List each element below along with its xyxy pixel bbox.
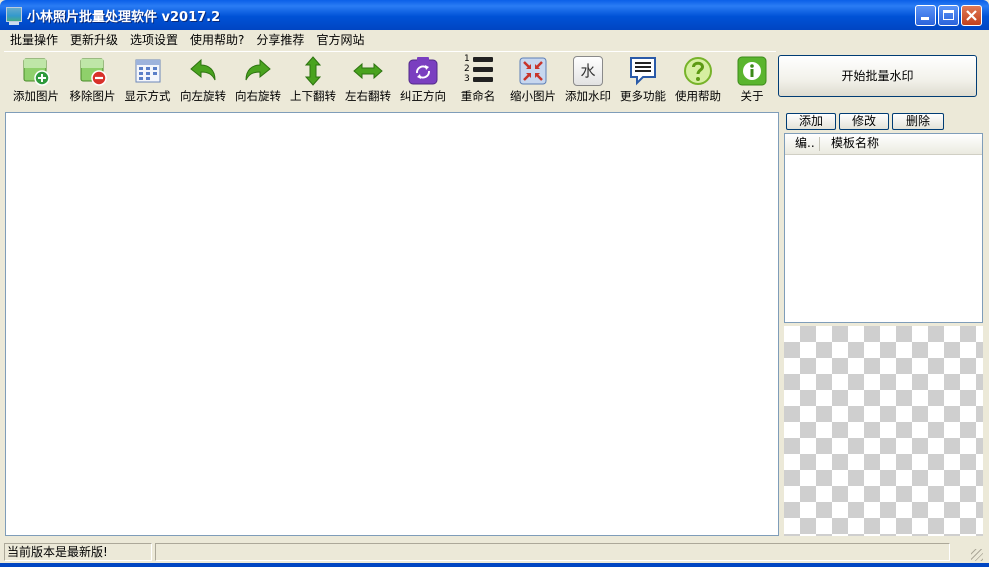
app-icon bbox=[6, 7, 22, 25]
image-list-area[interactable] bbox=[5, 112, 779, 536]
column-header-template-name[interactable]: 模板名称 bbox=[831, 134, 879, 153]
flip-vertical-button[interactable]: 上下翻转 bbox=[287, 53, 339, 107]
template-list[interactable]: 编.. 模板名称 bbox=[784, 133, 983, 323]
menu-help[interactable]: 使用帮助? bbox=[184, 30, 250, 50]
watermark-icon: 水 bbox=[573, 56, 603, 86]
shrink-image-button[interactable]: 缩小图片 bbox=[507, 53, 559, 107]
column-header-number[interactable]: 编.. bbox=[795, 134, 815, 153]
menu-website[interactable]: 官方网站 bbox=[310, 30, 370, 50]
toolbar-label: 关于 bbox=[740, 89, 764, 103]
help-button[interactable]: 使用帮助 bbox=[672, 53, 724, 107]
about-icon bbox=[737, 56, 767, 86]
rotate-left-button[interactable]: 向左旋转 bbox=[177, 53, 229, 107]
help-icon bbox=[684, 57, 712, 85]
status-bar: 当前版本是最新版! bbox=[4, 541, 985, 563]
remove-image-button[interactable]: 移除图片 bbox=[64, 53, 121, 107]
rename-icon: 1 2 3 bbox=[463, 55, 493, 86]
correct-orientation-button[interactable]: 纠正方向 bbox=[397, 53, 449, 107]
display-mode-icon bbox=[135, 59, 160, 83]
window-title: 小林照片批量处理软件 v2017.2 bbox=[27, 10, 221, 25]
about-button[interactable]: 关于 bbox=[727, 53, 777, 107]
shrink-image-icon bbox=[519, 57, 547, 85]
menu-share[interactable]: 分享推荐 bbox=[250, 30, 310, 50]
minimize-button[interactable] bbox=[915, 5, 936, 26]
rotate-right-icon bbox=[245, 58, 271, 81]
add-image-icon bbox=[23, 58, 50, 86]
template-delete-button[interactable]: 删除 bbox=[892, 113, 944, 130]
flip-horizontal-icon bbox=[353, 62, 383, 80]
maximize-button[interactable] bbox=[938, 5, 959, 26]
flip-vertical-icon bbox=[304, 56, 322, 86]
title-bar[interactable]: 小林照片批量处理软件 v2017.2 bbox=[0, 0, 989, 30]
template-edit-button[interactable]: 修改 bbox=[839, 113, 889, 130]
toolbar: 添加图片 移除图片 显示方式 向左旋转 向右旋转 上下翻转 左右翻转 纠正方向 … bbox=[4, 51, 776, 109]
menu-batch-operations[interactable]: 批量操作 bbox=[4, 30, 64, 50]
start-batch-watermark-button[interactable]: 开始批量水印 bbox=[778, 55, 977, 97]
menu-options[interactable]: 选项设置 bbox=[124, 30, 184, 50]
remove-image-icon bbox=[80, 58, 107, 86]
status-panel-empty bbox=[155, 543, 950, 561]
add-image-button[interactable]: 添加图片 bbox=[6, 53, 66, 107]
window-bottom-border bbox=[0, 563, 989, 567]
rename-button[interactable]: 1 2 3 重命名 bbox=[452, 53, 504, 107]
template-add-button[interactable]: 添加 bbox=[786, 113, 836, 130]
menu-bar: 批量操作 更新升级 选项设置 使用帮助? 分享推荐 官方网站 bbox=[4, 30, 985, 50]
display-mode-button[interactable]: 显示方式 bbox=[120, 53, 175, 107]
close-button[interactable] bbox=[961, 5, 982, 26]
correct-orientation-icon bbox=[408, 57, 438, 85]
status-message: 当前版本是最新版! bbox=[4, 543, 152, 561]
watermark-preview bbox=[784, 326, 983, 536]
close-icon bbox=[966, 10, 977, 21]
menu-update[interactable]: 更新升级 bbox=[64, 30, 124, 50]
rotate-right-button[interactable]: 向右旋转 bbox=[232, 53, 284, 107]
resize-grip[interactable] bbox=[971, 549, 983, 561]
flip-horizontal-button[interactable]: 左右翻转 bbox=[342, 53, 394, 107]
add-watermark-button[interactable]: 水 添加水印 bbox=[562, 53, 614, 107]
more-features-icon bbox=[630, 57, 656, 86]
rotate-left-icon bbox=[190, 58, 216, 81]
more-features-button[interactable]: 更多功能 bbox=[617, 53, 669, 107]
template-list-header: 编.. 模板名称 bbox=[785, 134, 982, 155]
